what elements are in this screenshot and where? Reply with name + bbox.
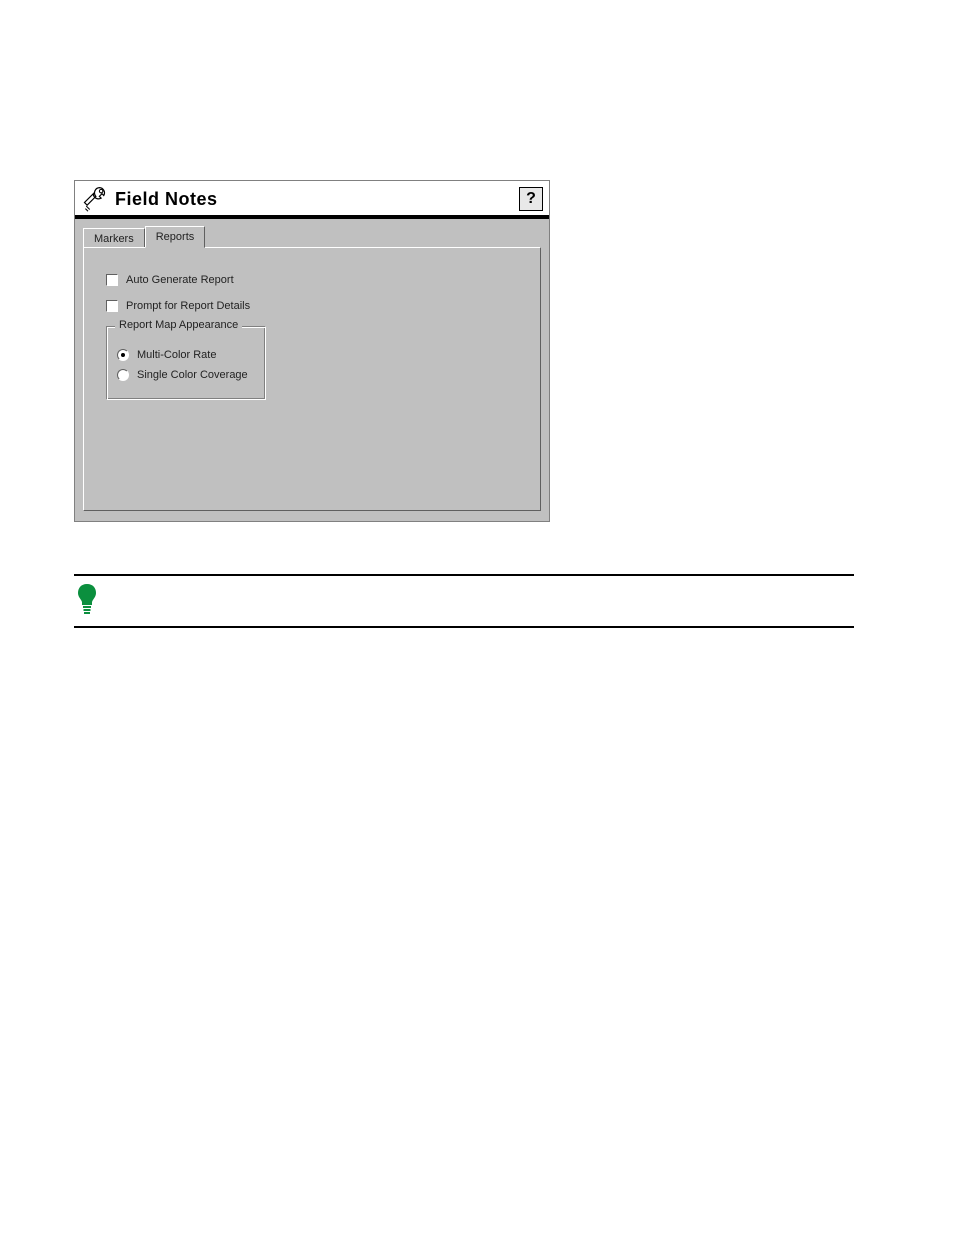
tab-markers[interactable]: Markers <box>83 228 145 249</box>
prompt-report-details-row[interactable]: Prompt for Report Details <box>106 300 522 312</box>
multi-color-rate-radio[interactable] <box>117 349 129 361</box>
help-button[interactable]: ? <box>519 187 543 211</box>
tip-bulb-icon <box>76 582 98 618</box>
tab-body-reports: Auto Generate Report Prompt for Report D… <box>83 247 541 511</box>
single-color-coverage-label: Single Color Coverage <box>137 369 248 381</box>
multi-color-rate-label: Multi-Color Rate <box>137 349 216 361</box>
tab-reports-label: Reports <box>156 231 195 243</box>
dialog-title: Field Notes <box>115 189 218 210</box>
divider-top <box>74 574 854 576</box>
auto-generate-report-label: Auto Generate Report <box>126 274 234 286</box>
help-button-label: ? <box>526 190 536 208</box>
single-color-coverage-row[interactable]: Single Color Coverage <box>117 369 255 381</box>
tab-reports[interactable]: Reports <box>145 226 206 248</box>
dialog-title-wrap: Field Notes <box>81 185 218 213</box>
prompt-report-details-checkbox[interactable] <box>106 300 118 312</box>
auto-generate-report-row[interactable]: Auto Generate Report <box>106 274 522 286</box>
auto-generate-report-checkbox[interactable] <box>106 274 118 286</box>
wrench-icon <box>81 185 109 213</box>
divider-bottom <box>74 626 854 628</box>
report-map-appearance-legend: Report Map Appearance <box>115 319 242 331</box>
report-map-appearance-group: Report Map Appearance Multi-Color Rate S… <box>106 326 266 400</box>
dialog-header: Field Notes ? <box>75 181 549 219</box>
multi-color-rate-row[interactable]: Multi-Color Rate <box>117 349 255 361</box>
single-color-coverage-radio[interactable] <box>117 369 129 381</box>
prompt-report-details-label: Prompt for Report Details <box>126 300 250 312</box>
tab-strip: Markers Reports <box>75 219 549 247</box>
field-notes-dialog: Field Notes ? Markers Reports Auto Gener… <box>74 180 550 522</box>
tab-markers-label: Markers <box>94 233 134 245</box>
